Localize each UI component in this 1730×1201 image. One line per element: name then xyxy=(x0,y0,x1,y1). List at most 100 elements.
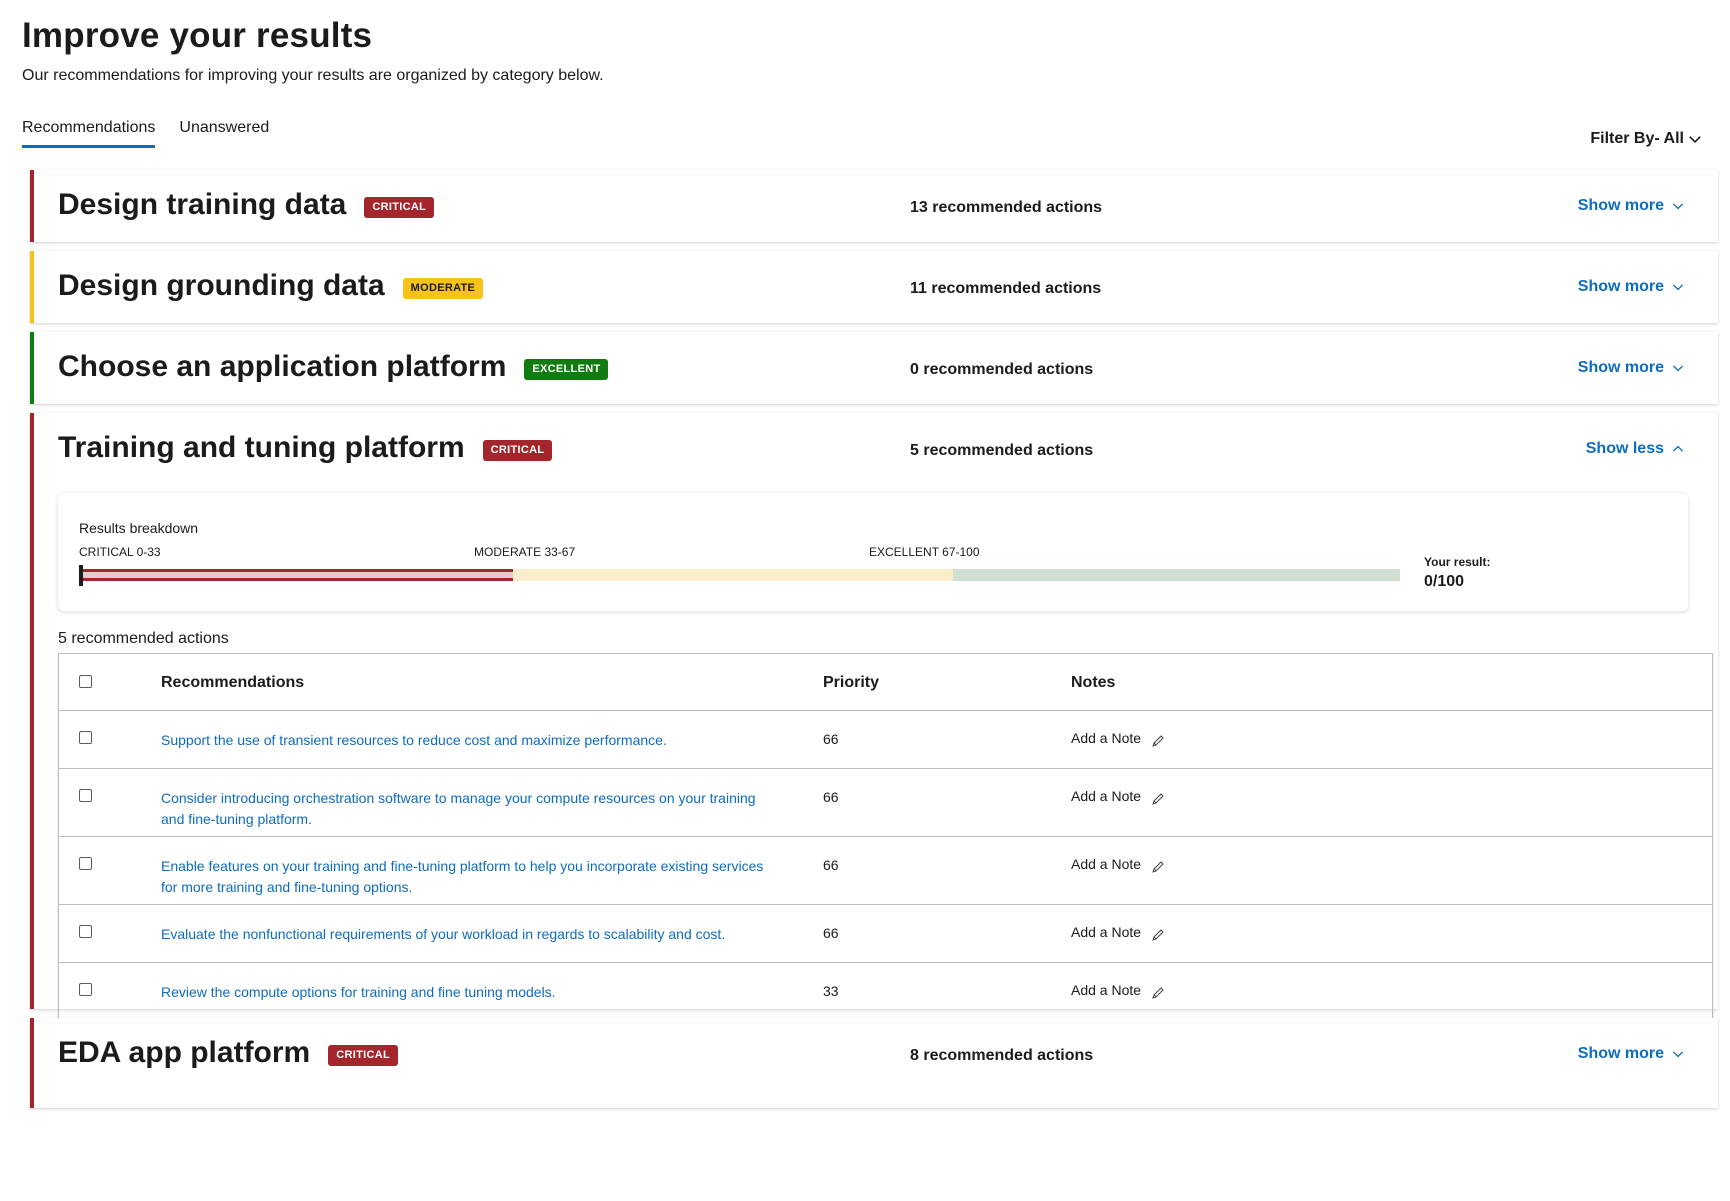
breakdown-title: Results breakdown xyxy=(79,520,199,536)
severity-badge: MODERATE xyxy=(402,277,484,299)
category-header: Choose an application platform EXCELLENT… xyxy=(34,332,1718,414)
category-title: Design grounding data MODERATE xyxy=(58,269,484,303)
toggle-label: Show more xyxy=(1577,359,1664,376)
category-action-count: 8 recommended actions xyxy=(910,1047,1094,1064)
category-header: Design grounding data MODERATE 11 recomm… xyxy=(34,251,1718,333)
column-header-priority: Priority xyxy=(823,674,880,691)
add-note-button[interactable]: Add a Note xyxy=(1071,856,1165,873)
recommendations-count: 5 recommended actions xyxy=(58,630,229,647)
row-checkbox[interactable] xyxy=(79,857,92,870)
toggle-label: Show less xyxy=(1585,440,1664,457)
table-row: Review the compute options for training … xyxy=(59,963,1712,1021)
category-card-training-tuning-platform: Training and tuning platform CRITICAL 5 … xyxy=(30,413,1718,1022)
severity-badge: CRITICAL xyxy=(364,196,435,218)
add-note-label: Add a Note xyxy=(1071,730,1142,746)
pencil-icon xyxy=(1152,987,1164,999)
chevron-down-icon xyxy=(1673,203,1683,210)
column-header-recommendations: Recommendations xyxy=(161,674,305,691)
breakdown-moderate-label: MODERATE 33-67 xyxy=(474,545,576,559)
category-header: Training and tuning platform CRITICAL 5 … xyxy=(34,413,1718,495)
category-title-text: Choose an application platform xyxy=(58,350,507,383)
add-note-label: Add a Note xyxy=(1071,982,1142,998)
show-more-button[interactable]: Show more xyxy=(1578,359,1684,377)
pencil-icon xyxy=(1152,861,1164,873)
priority-value: 33 xyxy=(823,983,839,999)
table-row: Support the use of transient resources t… xyxy=(59,711,1712,769)
tab-recommendations[interactable]: Recommendations xyxy=(22,119,156,148)
category-title: Training and tuning platform CRITICAL xyxy=(58,431,553,465)
result-marker xyxy=(79,565,83,586)
recommendation-link[interactable]: Evaluate the nonfunctional requirements … xyxy=(161,924,781,945)
priority-value: 66 xyxy=(823,857,839,873)
category-title-text: Design grounding data xyxy=(58,269,385,302)
show-less-button[interactable]: Show less xyxy=(1586,440,1684,458)
add-note-button[interactable]: Add a Note xyxy=(1071,982,1165,999)
page-title: Improve your results xyxy=(22,16,373,55)
toggle-label: Show more xyxy=(1577,278,1664,295)
show-more-button[interactable]: Show more xyxy=(1578,197,1684,215)
severity-badge: CRITICAL xyxy=(328,1044,398,1066)
category-action-count: 0 recommended actions xyxy=(910,361,1094,378)
add-note-label: Add a Note xyxy=(1071,924,1142,940)
category-action-count: 13 recommended actions xyxy=(910,199,1103,216)
page: Improve your results Our recommendations… xyxy=(0,0,1730,1201)
priority-value: 66 xyxy=(823,789,839,805)
recommendation-link[interactable]: Support the use of transient resources t… xyxy=(161,730,781,751)
pencil-icon xyxy=(1152,929,1164,941)
breakdown-bar-moderate xyxy=(513,569,953,581)
table-row: Evaluate the nonfunctional requirements … xyxy=(59,905,1712,963)
filter-dropdown[interactable]: Filter By- All xyxy=(1590,130,1702,148)
results-breakdown-panel: Results breakdown CRITICAL 0-33 MODERATE… xyxy=(58,493,1688,611)
tab-unanswered[interactable]: Unanswered xyxy=(179,119,269,148)
show-more-button[interactable]: Show more xyxy=(1578,1045,1684,1063)
tab-bar: Recommendations Unanswered xyxy=(22,119,269,148)
breakdown-excellent-label: EXCELLENT 67-100 xyxy=(869,545,980,559)
add-note-label: Add a Note xyxy=(1071,788,1142,804)
severity-badge: EXCELLENT xyxy=(524,358,609,380)
row-checkbox[interactable] xyxy=(79,925,92,938)
priority-value: 66 xyxy=(823,925,839,941)
row-checkbox[interactable] xyxy=(79,731,92,744)
severity-badge: CRITICAL xyxy=(482,439,553,461)
breakdown-bar-excellent xyxy=(953,569,1400,581)
category-action-count: 5 recommended actions xyxy=(910,442,1094,459)
table-header-row: Recommendations Priority Notes xyxy=(59,654,1712,711)
chevron-down-icon xyxy=(1689,136,1701,143)
category-title-text: EDA app platform xyxy=(58,1036,311,1069)
category-title: Choose an application platform EXCELLENT xyxy=(58,350,609,384)
category-title-text: Training and tuning platform xyxy=(58,431,465,464)
category-card-design-training-data: Design training data CRITICAL 13 recomme… xyxy=(30,170,1718,242)
add-note-button[interactable]: Add a Note xyxy=(1071,924,1165,941)
pencil-icon xyxy=(1152,793,1164,805)
category-header: EDA app platform CRITICAL 8 recommended … xyxy=(34,1018,1718,1100)
recommendation-link[interactable]: Enable features on your training and fin… xyxy=(161,856,781,898)
recommendations-table: Recommendations Priority Notes Support t… xyxy=(58,653,1713,1022)
column-header-notes: Notes xyxy=(1071,674,1116,691)
row-checkbox[interactable] xyxy=(79,983,92,996)
chevron-down-icon xyxy=(1673,365,1683,372)
pencil-icon xyxy=(1152,735,1164,747)
chevron-up-icon xyxy=(1673,445,1683,452)
category-title: Design training data CRITICAL xyxy=(58,188,435,222)
select-all-checkbox[interactable] xyxy=(79,675,92,688)
toggle-label: Show more xyxy=(1577,1045,1664,1062)
chevron-down-icon xyxy=(1673,284,1683,291)
page-subtitle: Our recommendations for improving your r… xyxy=(22,67,604,84)
add-note-button[interactable]: Add a Note xyxy=(1071,788,1165,805)
add-note-label: Add a Note xyxy=(1071,856,1142,872)
category-card-choose-application-platform: Choose an application platform EXCELLENT… xyxy=(30,332,1718,404)
row-checkbox[interactable] xyxy=(79,789,92,802)
filter-label: Filter By- All xyxy=(1590,130,1684,147)
chevron-down-icon xyxy=(1673,1051,1683,1058)
recommendation-link[interactable]: Consider introducing orchestration softw… xyxy=(161,788,781,830)
category-card-eda-app-platform: EDA app platform CRITICAL 8 recommended … xyxy=(30,1018,1718,1108)
show-more-button[interactable]: Show more xyxy=(1578,278,1684,296)
table-row: Enable features on your training and fin… xyxy=(59,837,1712,905)
add-note-button[interactable]: Add a Note xyxy=(1071,730,1165,747)
recommendation-link[interactable]: Review the compute options for training … xyxy=(161,982,781,1003)
toggle-label: Show more xyxy=(1577,197,1664,214)
breakdown-bar-critical xyxy=(79,569,513,581)
category-title-text: Design training data xyxy=(58,188,347,221)
category-action-count: 11 recommended actions xyxy=(910,280,1102,297)
result-value: 0/100 xyxy=(1424,573,1465,590)
